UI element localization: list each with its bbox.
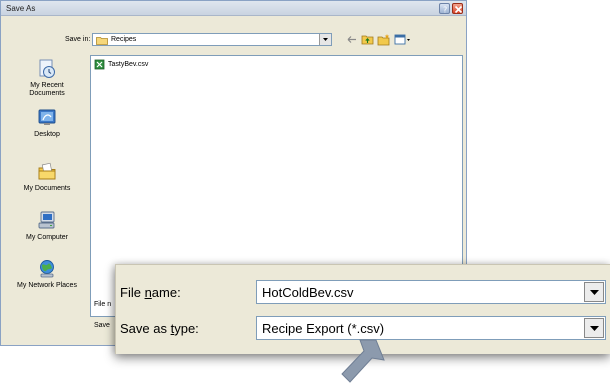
network-places-icon	[40, 260, 54, 278]
file-name-label: File name:	[120, 285, 181, 300]
save-in-value: Recipes	[111, 36, 137, 43]
close-icon	[454, 5, 463, 14]
place-my-recent-documents[interactable]: My Recent Documents	[13, 59, 81, 98]
place-my-network-places[interactable]: My Network Places	[13, 259, 81, 290]
folder-icon	[96, 37, 108, 45]
close-button[interactable]	[452, 3, 463, 14]
my-computer-icon	[38, 211, 55, 229]
help-button[interactable]: ?	[439, 3, 450, 14]
file-item[interactable]: TastyBev.csv	[94, 59, 148, 70]
place-label: My Documents	[23, 185, 71, 192]
views-menu-icon[interactable]	[394, 33, 412, 46]
svg-text:?: ?	[443, 6, 447, 15]
file-name-field[interactable]: HotColdBev.csv	[256, 280, 606, 304]
file-name: TastyBev.csv	[108, 61, 149, 68]
place-label: My Network Places	[17, 282, 77, 289]
place-desktop[interactable]: Desktop	[13, 108, 81, 139]
save-as-type-dropdown[interactable]: Recipe Export (*.csv)	[256, 316, 606, 340]
place-label: Desktop	[34, 131, 60, 138]
chevron-down-icon	[590, 326, 599, 331]
recent-documents-icon	[39, 59, 55, 78]
new-folder-icon[interactable]	[377, 33, 391, 46]
save-as-type-dropdown-button[interactable]	[584, 318, 604, 338]
csv-file-icon	[94, 59, 105, 70]
dialog-title: Save As	[6, 4, 36, 13]
save-as-type-value: Recipe Export (*.csv)	[262, 321, 385, 336]
my-documents-icon	[38, 162, 56, 180]
title-bar: Save As ?	[1, 1, 466, 16]
file-name-input[interactable]: HotColdBev.csv	[262, 285, 354, 300]
save-in-label: Save in:	[65, 36, 91, 43]
save-as-type-label: Save as type:	[120, 321, 199, 336]
place-my-computer[interactable]: My Computer	[13, 211, 81, 242]
desktop-icon	[38, 109, 56, 125]
file-name-dropdown-button[interactable]	[584, 282, 604, 302]
chevron-down-icon	[590, 290, 599, 295]
place-label: My Computer	[25, 234, 68, 241]
help-icon: ?	[443, 6, 447, 15]
place-my-documents[interactable]: My Documents	[13, 162, 81, 193]
up-folder-icon[interactable]	[361, 33, 375, 46]
save-in-dropdown[interactable]: Recipes	[92, 33, 332, 46]
pointer-arrow-icon	[341, 339, 385, 383]
file-name-label-small: File n	[94, 301, 112, 308]
back-icon[interactable]	[345, 33, 359, 46]
save-type-label-small: Save	[94, 322, 110, 329]
chevron-down-icon[interactable]	[319, 34, 331, 45]
place-label: My Recent Documents	[29, 82, 65, 97]
